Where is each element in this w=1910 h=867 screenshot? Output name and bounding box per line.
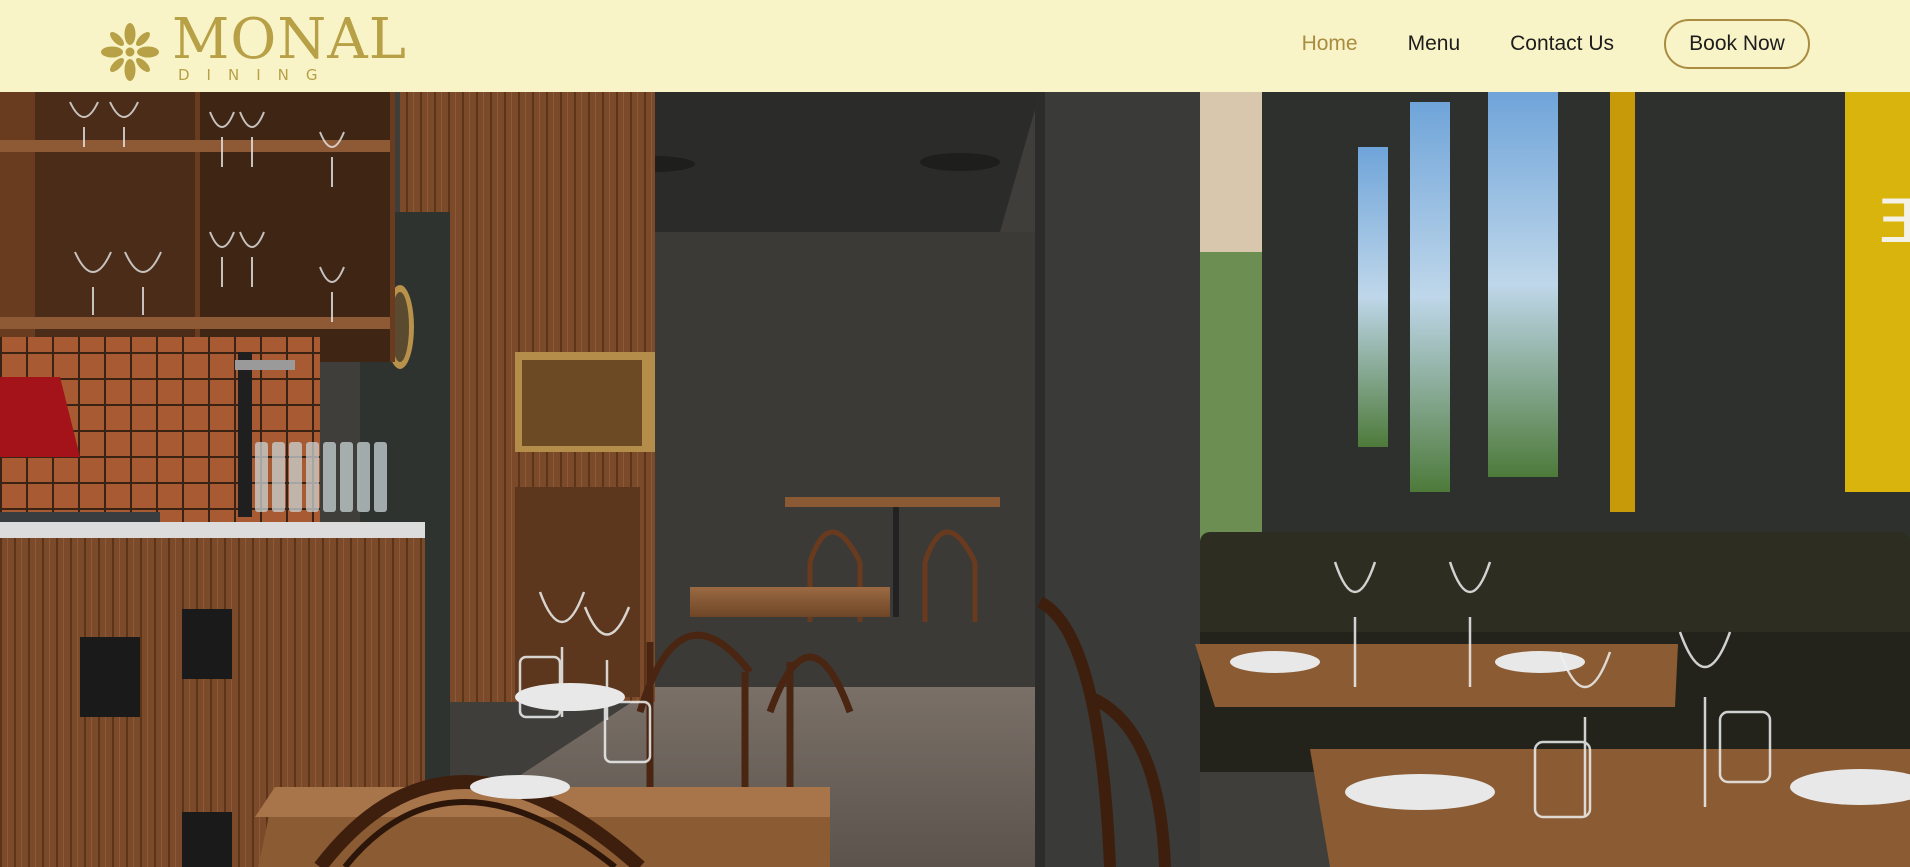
brand-tagline: DINING (178, 66, 335, 84)
restaurant-interior-photo-icon: ƎV (0, 92, 1910, 867)
book-now-button[interactable]: Book Now (1664, 19, 1810, 69)
main-nav: Home Menu Contact Us Book Now (1302, 0, 1910, 88)
nav-home-link[interactable]: Home (1302, 32, 1358, 56)
hero-image: ƎV (0, 92, 1910, 867)
nav-menu-link[interactable]: Menu (1408, 32, 1461, 56)
site-header: MONAL DINING Home Menu Contact Us Book N… (0, 0, 1910, 92)
brand-logo[interactable]: MONAL DINING (98, 6, 406, 86)
nav-contact-link[interactable]: Contact Us (1510, 32, 1614, 56)
brand-name: MONAL (172, 7, 407, 72)
flower-logo-icon (101, 23, 159, 81)
sign-letters: ƎV (1878, 187, 1910, 257)
